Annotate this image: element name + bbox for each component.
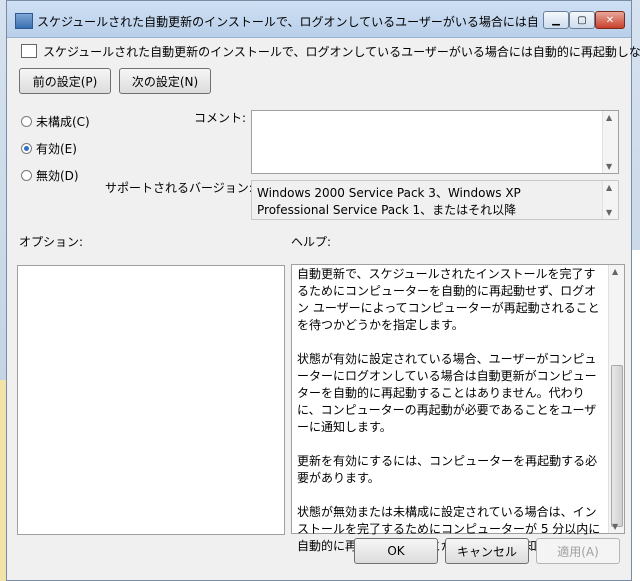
maximize-icon: ▢ <box>577 14 587 26</box>
comment-input[interactable]: ▲ ▼ <box>251 110 619 174</box>
options-panel <box>17 265 285 535</box>
radio-disabled[interactable]: 無効(D) <box>21 167 79 184</box>
scroll-down-icon[interactable]: ▼ <box>612 522 618 531</box>
radio-not-configured[interactable]: 未構成(C) <box>21 113 90 130</box>
policy-dialog: スケジュールされた自動更新のインストールで、ログオンしているユーザーがいる場合に… <box>6 0 640 581</box>
comment-scrollbar[interactable]: ▲ ▼ <box>602 111 618 173</box>
close-icon: ✕ <box>605 14 615 26</box>
window-title: スケジュールされた自動更新のインストールで、ログオンしているユーザーがいる場合に… <box>37 15 537 29</box>
help-paragraph: 状態が有効に設定されている場合、ユーザーがコンピューターにログオンしている場合は… <box>297 352 597 434</box>
comment-label: コメント: <box>194 111 247 125</box>
help-paragraph: 自動更新で、スケジュールされたインストールを完了するためにコンピューターを自動的… <box>297 267 600 332</box>
setting-icon <box>21 44 37 58</box>
scroll-thumb[interactable] <box>611 365 623 527</box>
radio-label: 無効(D) <box>36 169 79 183</box>
radio-button-selected[interactable] <box>21 143 32 154</box>
supported-text-box: Windows 2000 Service Pack 3、Windows XP P… <box>251 180 619 220</box>
supported-scrollbar[interactable]: ▲ ▼ <box>602 181 618 219</box>
apply-button[interactable]: 適用(A) <box>536 538 620 564</box>
scroll-up-icon[interactable]: ▲ <box>606 183 612 192</box>
policy-icon <box>15 13 33 29</box>
radio-label: 有効(E) <box>36 142 77 156</box>
minimize-icon: ▁ <box>552 14 560 26</box>
close-button[interactable]: ✕ <box>595 11 625 29</box>
supported-label: サポートされるバージョン: <box>105 181 253 195</box>
title-bar[interactable]: スケジュールされた自動更新のインストールで、ログオンしているユーザーがいる場合に… <box>7 1 631 38</box>
help-text: 自動更新で、スケジュールされたインストールを完了するためにコンピューターを自動的… <box>292 265 624 555</box>
scroll-down-icon[interactable]: ▼ <box>606 162 612 171</box>
setting-title-text: スケジュールされた自動更新のインストールで、ログオンしているユーザーがいる場合に… <box>43 45 640 59</box>
setting-title: スケジュールされた自動更新のインストールで、ログオンしているユーザーがいる場合に… <box>21 43 640 60</box>
radio-enabled[interactable]: 有効(E) <box>21 140 77 157</box>
cancel-button[interactable]: キャンセル <box>445 538 529 564</box>
options-label: オプション: <box>19 235 84 249</box>
scroll-up-icon[interactable]: ▲ <box>612 267 618 276</box>
scroll-up-icon[interactable]: ▲ <box>606 113 612 122</box>
prev-setting-button[interactable]: 前の設定(P) <box>19 68 111 94</box>
maximize-button[interactable]: ▢ <box>569 11 595 29</box>
help-panel: 自動更新で、スケジュールされたインストールを完了するためにコンピューターを自動的… <box>291 264 625 553</box>
help-scrollbar[interactable]: ▲ ▼ <box>608 265 624 533</box>
radio-label: 未構成(C) <box>36 115 90 129</box>
scroll-down-icon[interactable]: ▼ <box>606 208 612 217</box>
radio-button[interactable] <box>21 116 32 127</box>
minimize-button[interactable]: ▁ <box>543 11 569 29</box>
help-label: ヘルプ: <box>291 235 332 249</box>
help-paragraph: 更新を有効にするには、コンピューターを再起動する必要があります。 <box>297 454 598 485</box>
radio-button[interactable] <box>21 170 32 181</box>
ok-button[interactable]: OK <box>354 538 438 564</box>
next-setting-button[interactable]: 次の設定(N) <box>119 68 211 94</box>
supported-text: Windows 2000 Service Pack 3、Windows XP P… <box>257 186 521 217</box>
